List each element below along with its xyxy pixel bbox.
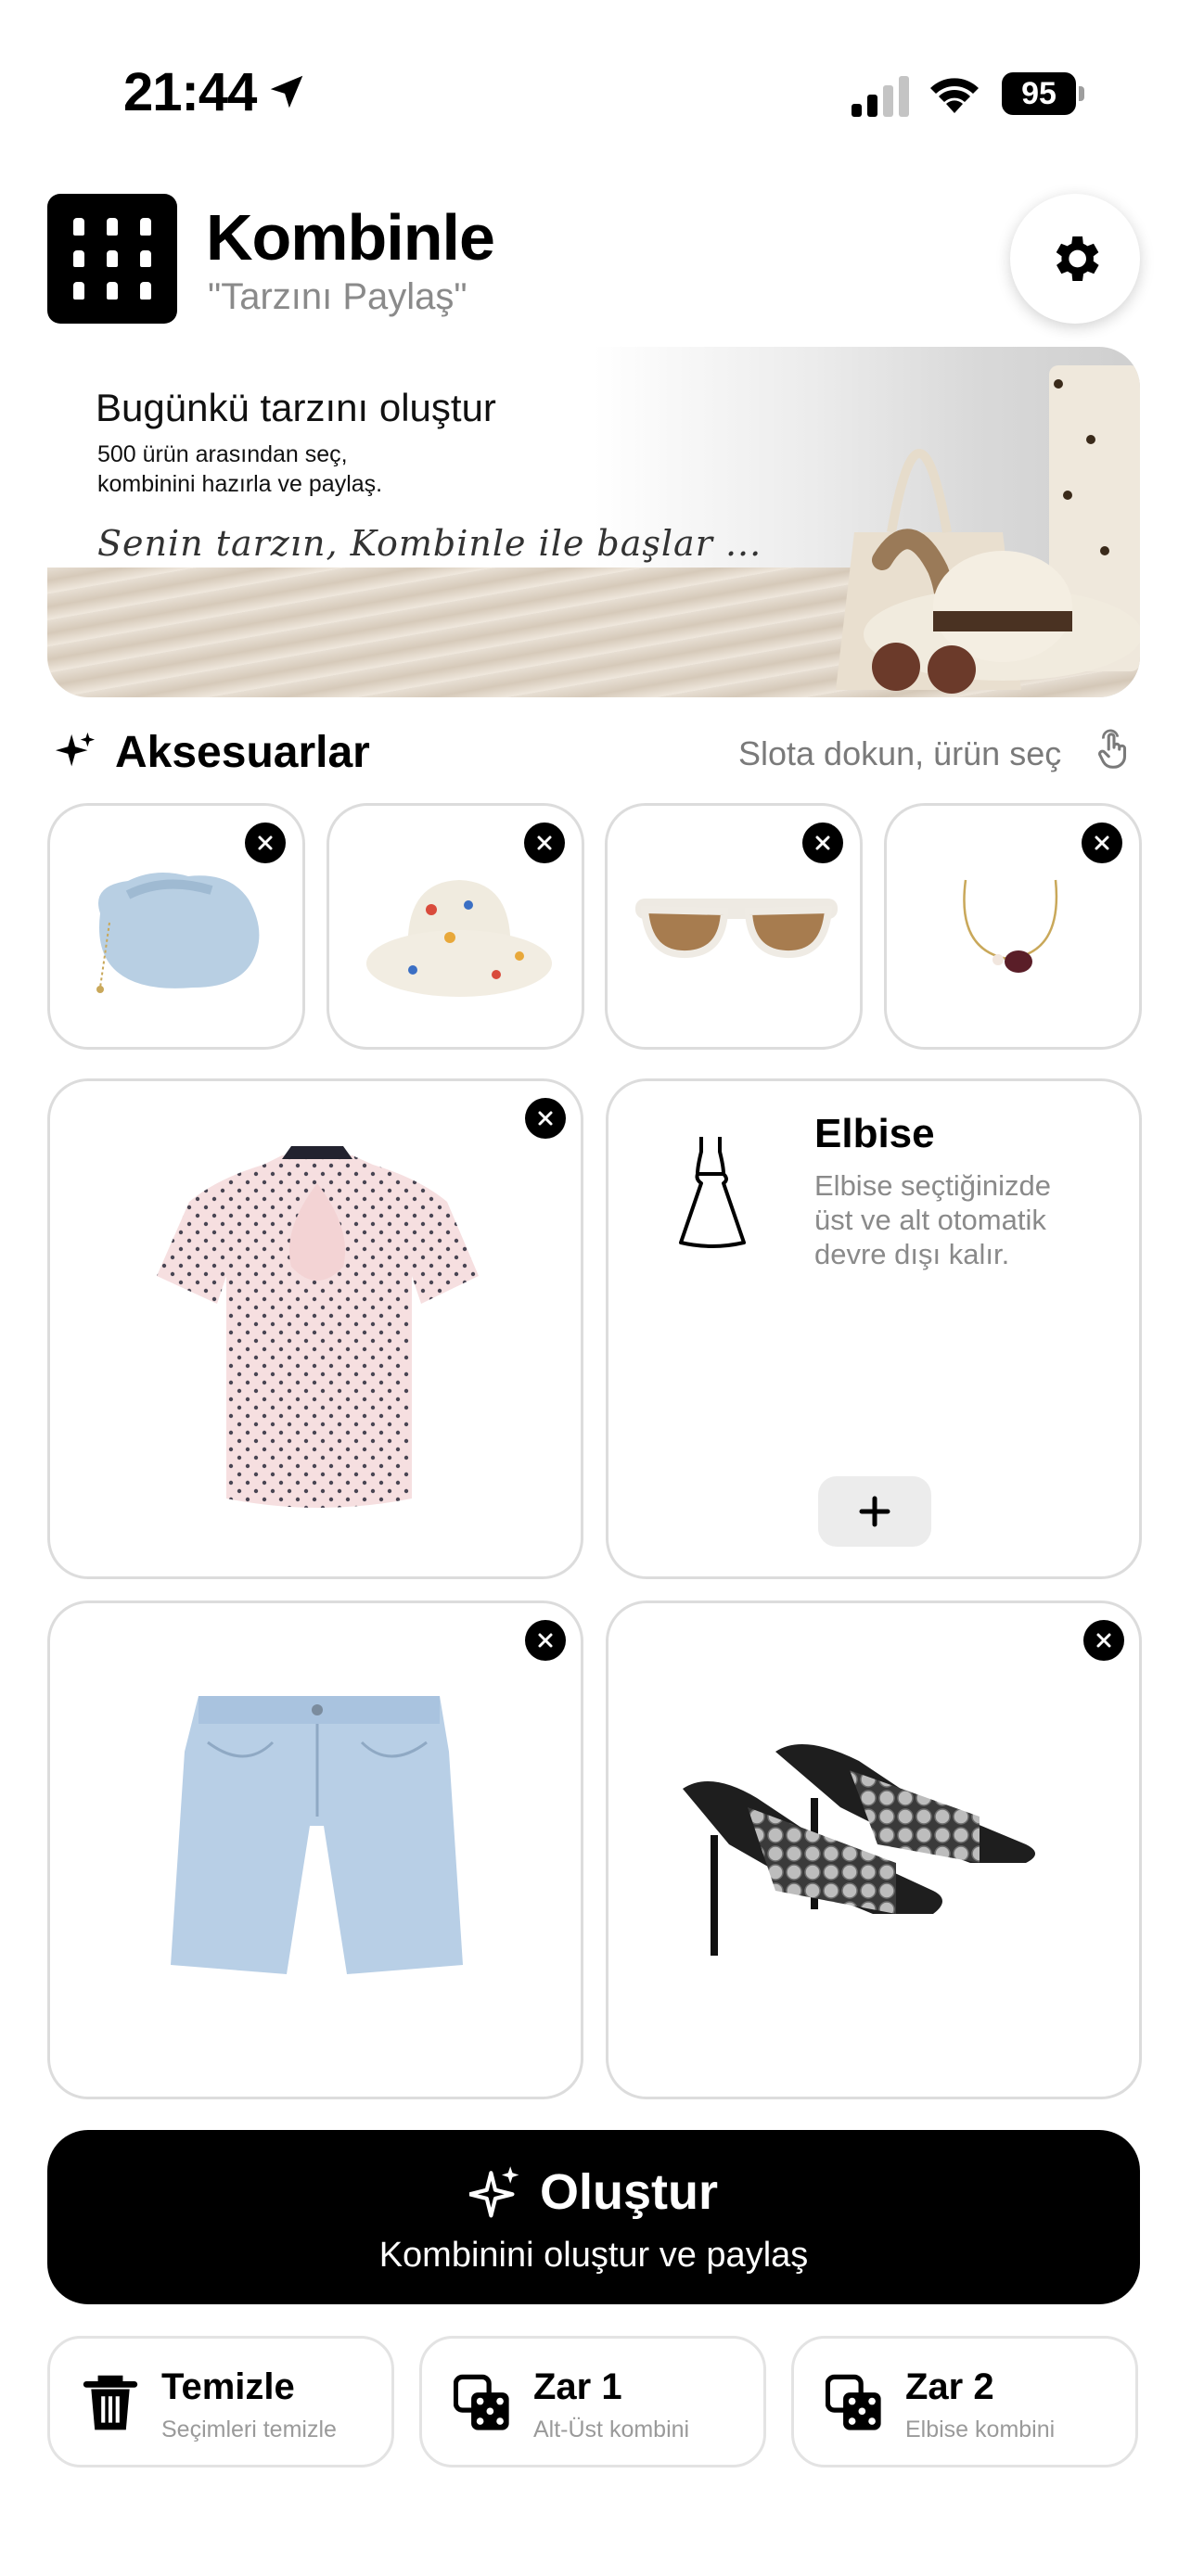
denim-shorts-image bbox=[171, 1696, 463, 1974]
sparkle-icon bbox=[468, 2166, 519, 2218]
app-title: Kombinle bbox=[206, 201, 495, 274]
status-bar: 21:44 95 bbox=[0, 0, 1191, 185]
clear-button[interactable]: Temizle Seçimleri temizle bbox=[47, 2336, 394, 2468]
top-slot[interactable] bbox=[47, 1078, 583, 1579]
add-dress-button[interactable] bbox=[818, 1476, 931, 1547]
accessories-title: Aksesuarlar bbox=[115, 728, 370, 777]
signal-icon bbox=[852, 76, 909, 117]
accessory-slot-necklace[interactable] bbox=[884, 803, 1142, 1050]
necklace-image bbox=[963, 879, 1058, 973]
remove-sunglasses-button[interactable] bbox=[802, 823, 843, 863]
accessories-hint: Slota dokun, ürün seç bbox=[738, 734, 1062, 772]
dress-description: Elbise seçtiğinizde üst ve alt otomatik … bbox=[814, 1169, 1052, 1270]
remove-hat-button[interactable] bbox=[524, 823, 565, 863]
close-icon bbox=[538, 1111, 553, 1126]
trash-icon bbox=[83, 2375, 138, 2430]
close-icon bbox=[537, 835, 552, 850]
dice1-button[interactable]: Zar 1 Alt-Üst kombini bbox=[419, 2336, 766, 2468]
dice2-title: Zar 2 bbox=[905, 2366, 994, 2407]
remove-bag-button[interactable] bbox=[245, 823, 286, 863]
dice2-subtitle: Elbise kombini bbox=[905, 2417, 1056, 2442]
clear-subtitle: Seçimleri temizle bbox=[161, 2417, 337, 2442]
bucket-hat-image bbox=[366, 880, 552, 997]
sunglasses-image bbox=[635, 899, 838, 959]
tap-hand-icon bbox=[1098, 729, 1127, 769]
remove-bottom-button[interactable] bbox=[525, 1620, 566, 1661]
settings-button[interactable] bbox=[1010, 194, 1140, 324]
banner-subtitle: 500 ürün arasından seç, kombinini hazırl… bbox=[97, 440, 450, 499]
dice1-title: Zar 1 bbox=[533, 2366, 622, 2407]
shoes-slot[interactable] bbox=[606, 1600, 1142, 2099]
remove-shoes-button[interactable] bbox=[1083, 1620, 1124, 1661]
banner-subtitle-line2: kombinini hazırla ve paylaş. bbox=[97, 471, 383, 497]
plus-icon bbox=[859, 1496, 890, 1527]
close-icon bbox=[1095, 835, 1109, 850]
dress-icon bbox=[679, 1137, 746, 1248]
gear-icon bbox=[1056, 236, 1099, 281]
banner-accessories-image bbox=[836, 365, 1140, 694]
accessory-slot-sunglasses[interactable] bbox=[605, 803, 863, 1050]
close-icon bbox=[815, 835, 830, 850]
accessory-slot-bag[interactable] bbox=[47, 803, 305, 1050]
accessory-slot-hat[interactable] bbox=[327, 803, 584, 1050]
banner-subtitle-line1: 500 ürün arasından seç, bbox=[97, 441, 348, 467]
battery-icon: 95 bbox=[1002, 72, 1085, 115]
close-icon bbox=[1096, 1633, 1111, 1648]
dress-title: Elbise bbox=[814, 1111, 935, 1156]
dice1-subtitle: Alt-Üst kombini bbox=[533, 2417, 690, 2442]
sequin-heels-image bbox=[683, 1744, 1035, 1956]
sparkle-icon bbox=[55, 732, 96, 767]
status-time: 21:44 bbox=[123, 62, 257, 122]
promo-banner[interactable]: Bugünkü tarzını oluştur 500 ürün arasınd… bbox=[47, 347, 1140, 697]
create-title-row: Oluştur bbox=[47, 2163, 1140, 2221]
remove-top-button[interactable] bbox=[525, 1098, 566, 1139]
remove-necklace-button[interactable] bbox=[1082, 823, 1122, 863]
close-icon bbox=[538, 1633, 553, 1648]
battery-level: 95 bbox=[1002, 72, 1076, 115]
bottom-slot[interactable] bbox=[47, 1600, 583, 2099]
handbag-image bbox=[96, 873, 260, 993]
location-arrow-icon bbox=[270, 75, 303, 108]
create-subtitle: Kombinini oluştur ve paylaş bbox=[378, 2236, 809, 2275]
dice-icon bbox=[454, 2374, 509, 2430]
banner-title: Bugünkü tarzını oluştur bbox=[96, 386, 496, 429]
dice-icon bbox=[826, 2374, 881, 2430]
create-outfit-button[interactable]: Oluştur Kombinini oluştur ve paylaş bbox=[47, 2130, 1140, 2304]
dice2-button[interactable]: Zar 2 Elbise kombini bbox=[791, 2336, 1138, 2468]
app-subtitle: "Tarzını Paylaş" bbox=[208, 276, 467, 317]
create-title: Oluştur bbox=[539, 2164, 718, 2220]
app-logo bbox=[47, 194, 177, 324]
dress-slot[interactable]: Elbise Elbise seçtiğinizde üst ve alt ot… bbox=[606, 1078, 1142, 1579]
clear-title: Temizle bbox=[161, 2366, 295, 2407]
polka-dot-blouse-image bbox=[157, 1146, 479, 1508]
banner-tagline: Senin tarzın, Kombinle ile başlar ... bbox=[97, 523, 762, 564]
wifi-icon bbox=[930, 78, 979, 113]
close-icon bbox=[258, 835, 273, 850]
